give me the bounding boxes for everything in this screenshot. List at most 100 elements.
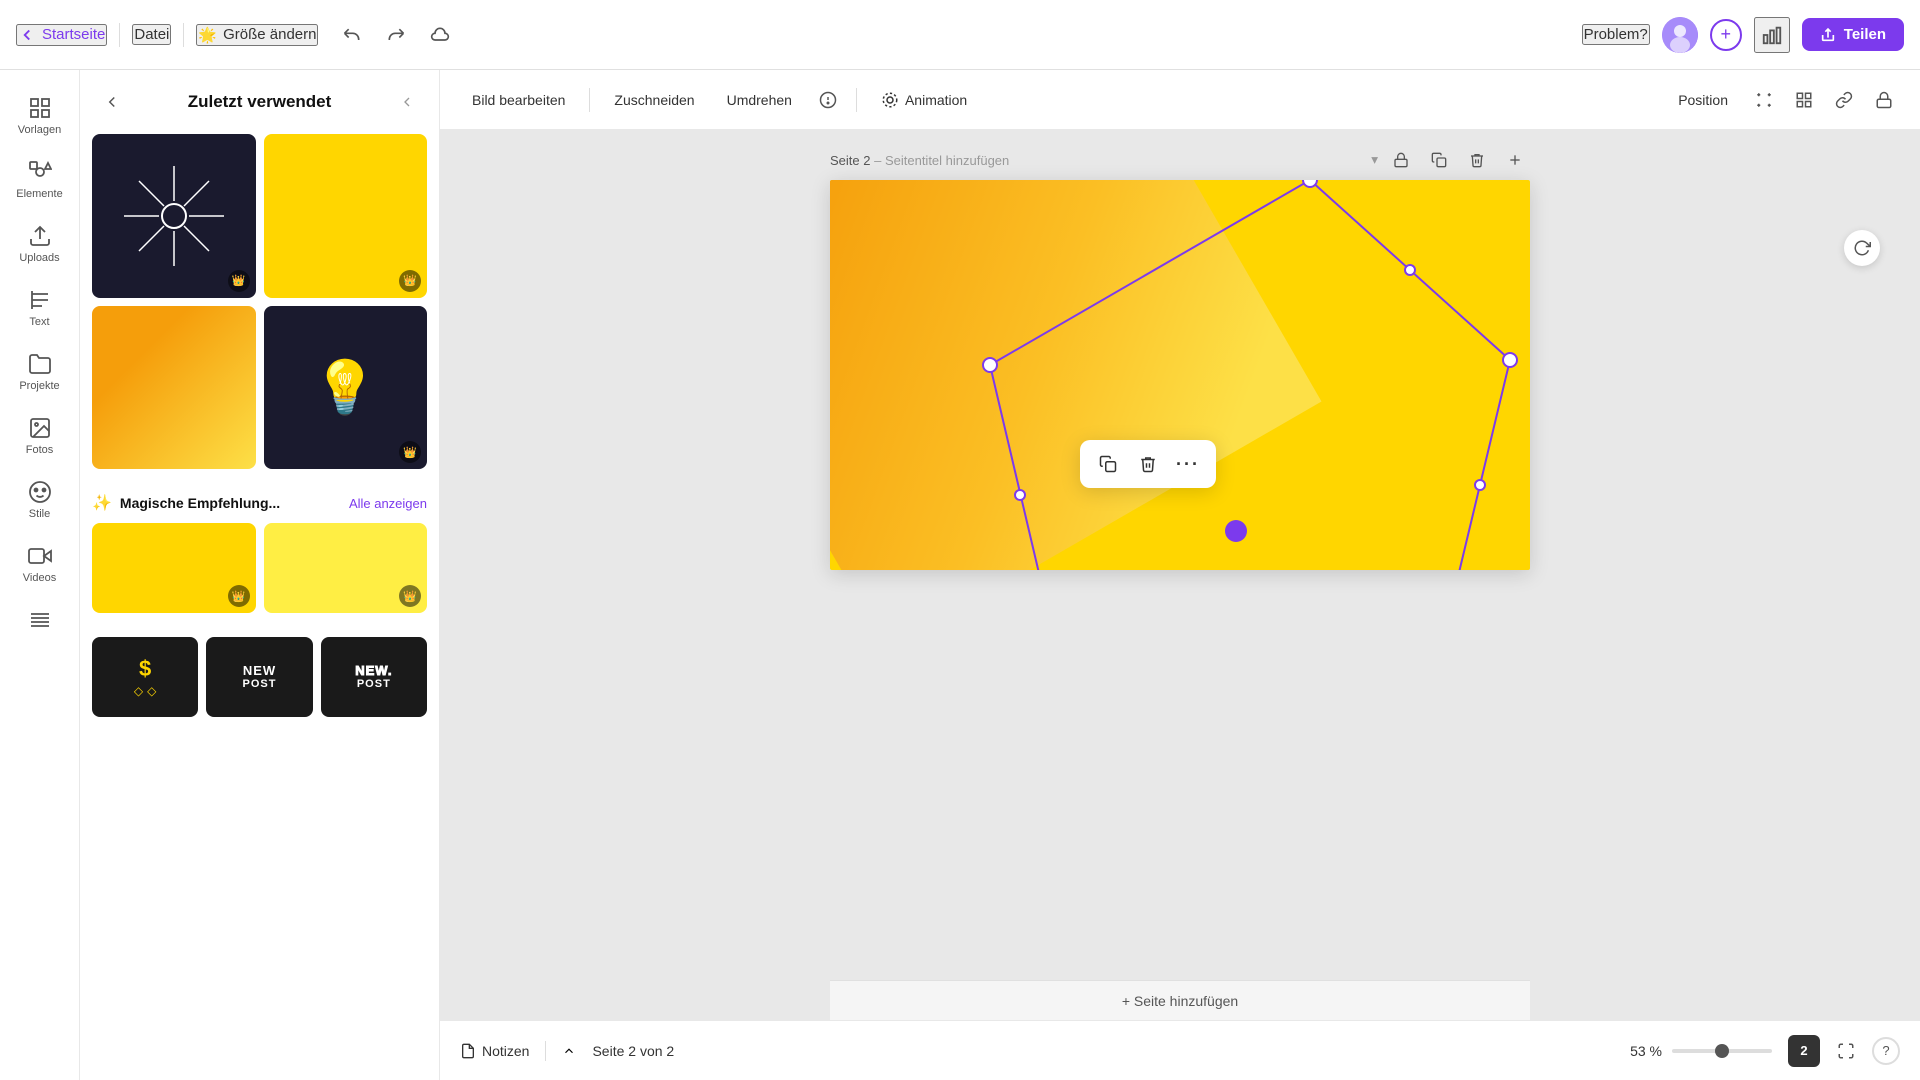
magic-icon: ✨ [92,493,112,513]
size-button[interactable]: 🌟 Größe ändern [196,24,318,46]
sunburst-svg [114,156,234,276]
status-right: 2 ? [1788,1035,1900,1067]
more-options-button[interactable]: ··· [1172,448,1204,480]
text-items-grid: $ ◇ ◇ NEW POST NEW. POST [80,625,439,729]
header-divider [119,23,120,47]
zoom-thumb[interactable] [1715,1044,1729,1058]
duplicate-page-button[interactable] [1424,145,1454,175]
hide-panel-icon [399,94,415,110]
share-button[interactable]: Teilen [1802,18,1904,51]
sidebar-item-stile[interactable]: Stile [5,470,75,530]
grid-view-icon [1795,91,1813,109]
chevron-up-icon [562,1044,576,1058]
text-item-dollar[interactable]: $ ◇ ◇ [92,637,198,717]
undo-button[interactable] [334,17,370,53]
panel-grid: 👑 👑 💡 👑 [80,134,439,481]
position-button[interactable]: Position [1666,86,1740,114]
page-count: Seite 2 von 2 [592,1043,674,1059]
fullscreen-button[interactable] [1830,1035,1862,1067]
flip-button[interactable]: Umdrehen [715,86,804,114]
panel-item-yellow[interactable]: 👑 [264,134,428,298]
problem-button[interactable]: Problem? [1582,24,1650,45]
crop-button[interactable]: Zuschneiden [602,86,706,114]
upload-icon [28,224,52,248]
add-page-button[interactable]: + Seite hinzufügen [830,980,1530,1020]
corner-icon: ◇ [147,684,156,698]
help-button[interactable]: ? [1872,1037,1900,1065]
dollar-symbol: $ [139,656,151,682]
lock-button[interactable] [1868,84,1900,116]
delete-button[interactable] [1132,448,1164,480]
pattern-icon [28,608,52,632]
add-page-top-button[interactable] [1500,145,1530,175]
redo-button[interactable] [378,17,414,53]
rotated-rect[interactable] [830,180,1322,570]
canvas-page[interactable] [830,180,1530,570]
cloud-save-button[interactable] [422,17,458,53]
file-button[interactable]: Datei [132,24,171,45]
link-button[interactable] [1828,84,1860,116]
magic-show-all-link[interactable]: Alle anzeigen [349,496,427,511]
handle-mid-right[interactable] [1475,480,1485,490]
delete-page-button[interactable] [1462,145,1492,175]
sidebar-item-projekte[interactable]: Projekte [5,342,75,402]
text-item-newpost-outline[interactable]: NEW. POST [321,637,427,717]
sidebar-item-elemente[interactable]: Elemente [5,150,75,210]
home-label: Startseite [42,26,105,43]
text-item-newpost[interactable]: NEW POST [206,637,312,717]
refresh-button[interactable] [1844,230,1880,266]
animation-button[interactable]: Animation [869,85,979,115]
crown-badge-5: 👑 [399,585,421,607]
magic-item-1[interactable]: 👑 [92,523,256,613]
crop-marks-button[interactable] [1748,84,1780,116]
sidebar-item-label: Fotos [26,444,54,456]
sidebar-item-text[interactable]: Text [5,278,75,338]
panel-title: Zuletzt verwendet [136,92,383,112]
page-up-indicator [562,1044,576,1058]
panel-hide-button[interactable] [391,86,423,118]
corner-icons: ◇ ◇ [134,684,156,698]
panel-item-sunburst[interactable]: 👑 [92,134,256,298]
lock-page-button[interactable] [1386,145,1416,175]
magic-header: ✨ Magische Empfehlung... Alle anzeigen [92,493,427,513]
dollar-content: $ ◇ ◇ [134,656,156,698]
post-text: POST [243,678,277,690]
purple-color-dot[interactable] [1225,520,1247,542]
analytics-button[interactable] [1754,17,1790,53]
panel-item-orange[interactable] [92,306,256,470]
panel-back-button[interactable] [96,86,128,118]
edit-image-button[interactable]: Bild bearbeiten [460,86,577,114]
sidebar-item-pattern[interactable] [5,598,75,646]
add-profile-button[interactable]: + [1710,19,1742,51]
animation-label: Animation [905,92,967,108]
dropdown-button[interactable]: ▾ [1371,152,1378,168]
post-outline-text: POST [355,678,392,690]
sidebar-item-label: Stile [29,508,50,520]
copy-button[interactable] [1092,448,1124,480]
toolbar-separator-2 [856,88,857,112]
notes-button[interactable]: Notizen [460,1043,529,1059]
zoom-slider[interactable] [1672,1049,1772,1053]
add-page-icon [1507,152,1523,168]
info-icon [819,91,837,109]
grid-button[interactable] [1788,84,1820,116]
panel-item-lightbulb[interactable]: 💡 👑 [264,306,428,470]
header-actions [334,17,458,53]
duplicate-icon [1431,152,1447,168]
sidebar-item-fotos[interactable]: Fotos [5,406,75,466]
magic-item-2[interactable]: 👑 [264,523,428,613]
sidebar-item-uploads[interactable]: Uploads [5,214,75,274]
info-button[interactable] [812,84,844,116]
copy-icon [1099,455,1117,473]
sidebar-item-vorlagen[interactable]: Vorlagen [5,86,75,146]
sidebar-item-videos[interactable]: Videos [5,534,75,594]
link-icon [1835,91,1853,109]
handle-right[interactable] [1503,353,1517,367]
handle-top[interactable] [1303,180,1317,187]
handle-mid-top-right[interactable] [1405,265,1415,275]
user-avatar[interactable] [1662,17,1698,53]
page-nav-button[interactable]: 2 [1788,1035,1820,1067]
home-button[interactable]: Startseite [16,24,107,46]
crop-marks-icon [1755,91,1773,109]
context-menu: ··· [1080,440,1216,488]
